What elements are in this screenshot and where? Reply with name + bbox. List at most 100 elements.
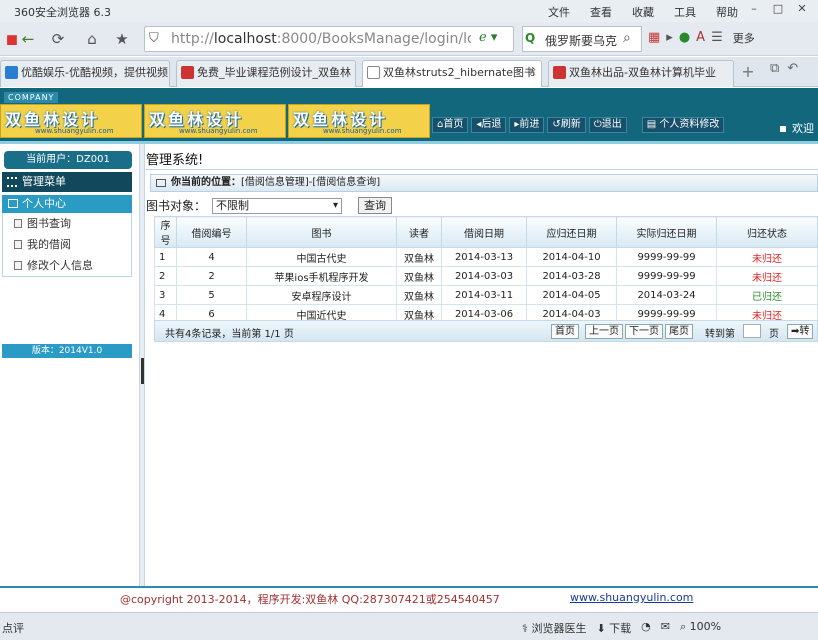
- next-page-button[interactable]: 下一页: [625, 324, 663, 339]
- sidebar-group-personal[interactable]: 个人中心: [2, 195, 132, 213]
- nav-forward[interactable]: ▸前进: [509, 117, 545, 133]
- table-cell: 双鱼林: [396, 285, 442, 305]
- sidebar-list: 图书查询 我的借阅 修改个人信息: [2, 213, 132, 277]
- nav-profile-edit[interactable]: ▤ 个人资料修改: [641, 117, 725, 133]
- page-unit-label: 页: [769, 329, 779, 340]
- tab-bar: 优酷娱乐-优酷视频，提供视频 免费_毕业课程范例设计_双鱼林 双鱼林struts…: [0, 57, 818, 87]
- restore-icon[interactable]: ⧉: [770, 61, 787, 76]
- last-page-button[interactable]: 尾页: [665, 324, 693, 339]
- title-divider: [146, 169, 818, 170]
- col-status: 归还状态: [716, 216, 818, 248]
- col-book: 图书: [246, 216, 397, 248]
- version-label: 版本：2014V1.0: [2, 344, 132, 358]
- col-borrow-id: 借阅编号: [176, 216, 247, 248]
- table-cell: 双鱼林: [396, 247, 442, 267]
- tab-tools: ⧉↶: [770, 61, 806, 76]
- tab-youku[interactable]: 优酷娱乐-优酷视频，提供视频: [0, 60, 170, 87]
- security-icon[interactable]: ●: [679, 30, 690, 46]
- nav-back[interactable]: ◂后退: [471, 117, 507, 133]
- nav-refresh[interactable]: ↺刷新: [547, 117, 586, 133]
- sidebar-item-book-query[interactable]: 图书查询: [3, 213, 131, 234]
- menu-help[interactable]: 帮助: [716, 4, 738, 20]
- close-icon[interactable]: ✕: [790, 2, 814, 20]
- document-icon: [14, 261, 22, 270]
- nav-logout[interactable]: ⏻退出: [588, 117, 627, 133]
- address-bar[interactable]: ⛉ http://localhost:8000/BooksManage/logi…: [144, 26, 514, 52]
- menu-favorites[interactable]: 收藏: [632, 4, 654, 20]
- table-cell: 9999-99-99: [616, 247, 717, 267]
- compat-mode-icon[interactable]: ℯ ▾: [479, 30, 497, 45]
- table-row: 1 4 中国古代史 双鱼林 2014-03-13 2014-04-10 9999-99-99…: [154, 247, 818, 267]
- menu-title: 管理菜单: [2, 172, 132, 192]
- more-button[interactable]: 更多: [733, 30, 755, 46]
- back-arrow-icon[interactable]: ←: [16, 27, 40, 51]
- menu-file[interactable]: 文件: [548, 4, 570, 20]
- status-review[interactable]: 点评: [2, 620, 24, 636]
- download-button[interactable]: ⬇ 下载: [596, 620, 631, 636]
- menu-tools[interactable]: 工具: [674, 4, 696, 20]
- play-icon[interactable]: ▸: [666, 30, 673, 46]
- table-cell: 安卓程序设计: [246, 285, 397, 305]
- tab-close-icon[interactable]: ✕: [528, 61, 537, 85]
- search-icon[interactable]: ⌕: [623, 30, 631, 46]
- col-reader: 读者: [396, 216, 442, 248]
- apps-icon[interactable]: ▦: [648, 30, 660, 46]
- translate-icon[interactable]: A: [696, 30, 705, 46]
- folder-icon: [8, 199, 18, 208]
- table-cell: 2014-04-05: [526, 285, 617, 305]
- browser-menubar: 文件 查看 收藏 工具 帮助: [548, 4, 758, 20]
- web-page: COMPANY 双鱼林设计 www.shuangyulin.com 双鱼林设计 …: [0, 88, 818, 612]
- speed-icon[interactable]: ◔: [641, 620, 651, 636]
- search-input[interactable]: 俄罗斯要乌克: [545, 32, 623, 49]
- table-cell: 2014-04-10: [526, 247, 617, 267]
- nav-home[interactable]: ⌂首页: [432, 117, 469, 133]
- sidebar-item-my-borrows[interactable]: 我的借阅: [3, 234, 131, 255]
- tab-free-design[interactable]: 免费_毕业课程范例设计_双鱼林: [176, 60, 356, 87]
- app-title: 360安全浏览器 6.3: [14, 6, 111, 19]
- company-logo: COMPANY: [4, 92, 59, 103]
- site-footer: @copyright 2013-2014，程序开发:双鱼林 QQ:2873074…: [0, 586, 818, 612]
- table-cell: 5: [176, 285, 247, 305]
- browser-doctor[interactable]: ⚕ 浏览器医生: [522, 620, 586, 636]
- minimize-icon[interactable]: –: [742, 2, 766, 20]
- search-engine-icon[interactable]: Q: [525, 31, 535, 45]
- new-tab-icon[interactable]: +: [738, 61, 758, 83]
- table-cell: 中国古代史: [246, 247, 397, 267]
- sidebar-item-edit-profile[interactable]: 修改个人信息: [3, 255, 131, 276]
- address-url[interactable]: http://localhost:8000/BooksManage/login/…: [171, 31, 471, 47]
- table-cell: 未归还: [716, 266, 818, 286]
- search-box[interactable]: Q 俄罗斯要乌克 ⌕: [522, 26, 642, 52]
- first-page-button[interactable]: 首页: [551, 324, 579, 339]
- menu-icon[interactable]: ☰: [711, 30, 723, 46]
- browser-statusbar: 点评 ⚕ 浏览器医生 ⬇ 下载 ◔ ✉ ⌕ 100%: [0, 612, 818, 640]
- go-button[interactable]: ➡转: [787, 324, 814, 339]
- page-number-input[interactable]: [743, 324, 761, 338]
- menu-view[interactable]: 查看: [590, 4, 612, 20]
- col-index: 序号: [154, 216, 177, 248]
- collapse-handle-icon[interactable]: [141, 358, 144, 384]
- zoom-level[interactable]: ⌕ 100%: [680, 620, 721, 636]
- tab-shuangyulin[interactable]: 双鱼林出品-双鱼林计算机毕业: [548, 60, 734, 87]
- site-header: COMPANY 双鱼林设计 www.shuangyulin.com 双鱼林设计 …: [0, 88, 818, 144]
- star-icon[interactable]: ★: [110, 27, 134, 51]
- shield-icon: ⛉: [149, 31, 159, 46]
- table-cell: 苹果ios手机程序开发: [246, 266, 397, 286]
- tab-favicon: [553, 66, 566, 79]
- tab-books-manage[interactable]: 双鱼林struts2_hibernate图书 ✕: [362, 60, 542, 87]
- maximize-icon[interactable]: □: [766, 2, 790, 20]
- goto-label: 转到第: [705, 329, 735, 340]
- banner-url: www.shuangyulin.com: [179, 127, 258, 135]
- query-button[interactable]: 查询: [358, 197, 393, 214]
- undo-close-icon[interactable]: ↶: [787, 61, 806, 76]
- table-header-row: 序号 借阅编号 图书 读者 借阅日期 应归还日期 实际归还日期 归还状态: [154, 216, 818, 248]
- book-select[interactable]: 不限制: [212, 197, 343, 214]
- tab-favicon: [367, 66, 380, 79]
- prev-page-button[interactable]: 上一页: [585, 324, 623, 339]
- col-due-date: 应归还日期: [526, 216, 617, 248]
- mute-icon[interactable]: ✉: [661, 620, 670, 636]
- refresh-icon[interactable]: ⟳: [46, 27, 70, 51]
- sidebar-toggle[interactable]: [139, 144, 145, 612]
- pager-info: 共有4条记录，当前第 1/1 页: [165, 329, 294, 340]
- home-icon[interactable]: ⌂: [80, 27, 104, 51]
- footer-site-link[interactable]: www.shuangyulin.com: [570, 591, 693, 604]
